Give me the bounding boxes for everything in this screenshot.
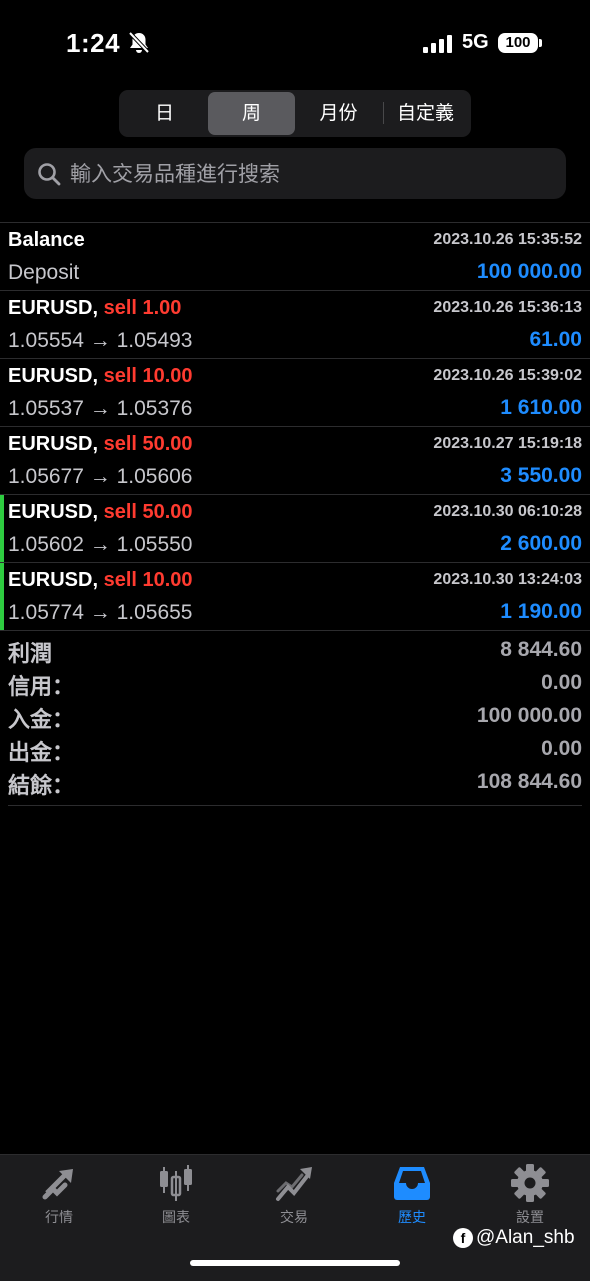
- quotes-arrows-icon: [42, 1169, 73, 1200]
- row-symbol: EURUSD,: [8, 365, 99, 387]
- row-amount: 3 550.00: [500, 464, 582, 487]
- search-bar: [24, 148, 566, 201]
- search-icon: [38, 163, 61, 186]
- tab-trade[interactable]: 交易: [239, 1163, 349, 1233]
- summary-row: 結餘： 108 844.60: [8, 768, 582, 801]
- row-side: sell 50.00: [103, 501, 193, 523]
- summary-value: 100 000.00: [476, 704, 582, 727]
- battery-icon: 100: [498, 33, 538, 53]
- row-symbol: Balance: [8, 229, 85, 251]
- row-detail: Deposit: [8, 261, 80, 284]
- period-segmented-control: 日 周 月份 自定義: [119, 90, 471, 137]
- row-amount: 1 610.00: [500, 396, 582, 419]
- row-time: 2023.10.30 13:24:03: [433, 571, 582, 588]
- facebook-icon: f: [453, 1228, 473, 1248]
- row-side: sell 10.00: [103, 569, 193, 591]
- row-detail: 1.05677 → 1.05606: [8, 465, 193, 488]
- row-amount: 100 000.00: [476, 260, 582, 283]
- row-symbol: EURUSD,: [8, 433, 99, 455]
- tab-label-settings: 設置: [516, 1209, 544, 1225]
- history-row[interactable]: EURUSD, sell 50.00 2023.10.27 15:19:18 1.0…: [0, 427, 590, 495]
- home-indicator: [190, 1260, 400, 1266]
- battery-tip: [539, 39, 542, 47]
- status-time: 1:24: [66, 28, 121, 58]
- tab-quotes[interactable]: 行情: [4, 1163, 114, 1233]
- row-side: sell 1.00: [103, 297, 182, 319]
- segment-week[interactable]: 周: [208, 92, 295, 135]
- row-title: EURUSD, sell 10.00: [8, 569, 193, 592]
- summary-value: 108 844.60: [476, 770, 582, 793]
- summary-row: 入金： 100 000.00: [8, 702, 582, 735]
- summary-row: 利潤 8 844.60: [8, 636, 582, 669]
- tab-label-chart: 圖表: [162, 1209, 190, 1225]
- tab-label-history: 歷史: [398, 1209, 426, 1225]
- row-detail: 1.05774 → 1.05655: [8, 601, 193, 624]
- row-amount: 1 190.00: [500, 600, 582, 623]
- summary-row: 出金： 0.00: [8, 735, 582, 768]
- gear-icon: [511, 1164, 549, 1202]
- bell-muted-icon: [128, 31, 150, 54]
- row-symbol: EURUSD,: [8, 501, 99, 523]
- row-side: sell 50.00: [103, 433, 193, 455]
- row-amount: 2 600.00: [500, 532, 582, 555]
- candlestick-chart-icon: [160, 1165, 192, 1201]
- row-side: sell 10.00: [103, 365, 193, 387]
- history-row[interactable]: Balance 2023.10.26 15:35:52 Deposit 100 00…: [0, 223, 590, 291]
- row-time: 2023.10.26 15:35:52: [433, 231, 582, 248]
- summary-row: 信用： 0.00: [8, 669, 582, 702]
- summary-panel: 利潤 8 844.60 信用： 0.00 入金： 100 000.00 出金： 0.00 結餘：…: [8, 636, 582, 806]
- history-row[interactable]: EURUSD, sell 10.00 2023.10.30 13:24:03 1.0…: [0, 563, 590, 631]
- tab-settings[interactable]: 設置: [475, 1163, 585, 1233]
- row-detail: 1.05537 → 1.05376: [8, 397, 193, 420]
- row-marker: [0, 563, 4, 630]
- segment-divider: [383, 102, 384, 124]
- history-list: Balance 2023.10.26 15:35:52 Deposit 100 00…: [0, 222, 590, 631]
- row-title: Balance: [8, 229, 85, 252]
- row-title: EURUSD, sell 1.00: [8, 297, 181, 320]
- history-row[interactable]: EURUSD, sell 1.00 2023.10.26 15:36:13 1.05…: [0, 291, 590, 359]
- row-time: 2023.10.30 06:10:28: [433, 503, 582, 520]
- summary-value: 8 844.60: [500, 638, 582, 661]
- status-bar: 1:24 5G 100: [0, 0, 590, 80]
- search-input[interactable]: [68, 148, 552, 201]
- watermark: f @Alan_shb: [453, 1227, 575, 1249]
- row-detail: 1.05554 → 1.05493: [8, 329, 193, 352]
- segment-month[interactable]: 月份: [295, 92, 382, 135]
- history-row[interactable]: EURUSD, sell 50.00 2023.10.30 06:10:28 1.0…: [0, 495, 590, 563]
- summary-label: 信用：: [8, 674, 75, 699]
- row-title: EURUSD, sell 10.00: [8, 365, 193, 388]
- segment-custom[interactable]: 自定義: [382, 92, 469, 135]
- row-symbol: EURUSD,: [8, 297, 99, 319]
- summary-value: 0.00: [541, 671, 582, 694]
- tab-chart[interactable]: 圖表: [121, 1163, 231, 1233]
- tab-label-trade: 交易: [280, 1209, 308, 1225]
- row-time: 2023.10.26 15:39:02: [433, 367, 582, 384]
- segment-day[interactable]: 日: [121, 92, 208, 135]
- row-title: EURUSD, sell 50.00: [8, 501, 193, 524]
- row-time: 2023.10.26 15:36:13: [433, 299, 582, 316]
- row-detail: 1.05602 → 1.05550: [8, 533, 193, 556]
- summary-value: 0.00: [541, 737, 582, 760]
- row-amount: 61.00: [529, 328, 582, 351]
- summary-label: 結餘：: [8, 773, 75, 798]
- summary-label: 利潤: [8, 641, 53, 666]
- tab-history[interactable]: 歷史: [357, 1163, 467, 1233]
- trade-trend-icon: [276, 1167, 312, 1201]
- history-inbox-icon: [394, 1167, 430, 1200]
- tab-label-quotes: 行情: [45, 1209, 73, 1225]
- watermark-text: @Alan_shb: [476, 1227, 575, 1248]
- row-time: 2023.10.27 15:19:18: [433, 435, 582, 452]
- row-title: EURUSD, sell 50.00: [8, 433, 193, 456]
- summary-label: 入金：: [8, 707, 75, 732]
- network-type: 5G: [462, 31, 489, 53]
- history-row[interactable]: EURUSD, sell 10.00 2023.10.26 15:39:02 1.0…: [0, 359, 590, 427]
- row-symbol: EURUSD,: [8, 569, 99, 591]
- row-marker: [0, 495, 4, 562]
- summary-label: 出金：: [8, 740, 75, 765]
- cellular-signal-icon: [423, 35, 452, 53]
